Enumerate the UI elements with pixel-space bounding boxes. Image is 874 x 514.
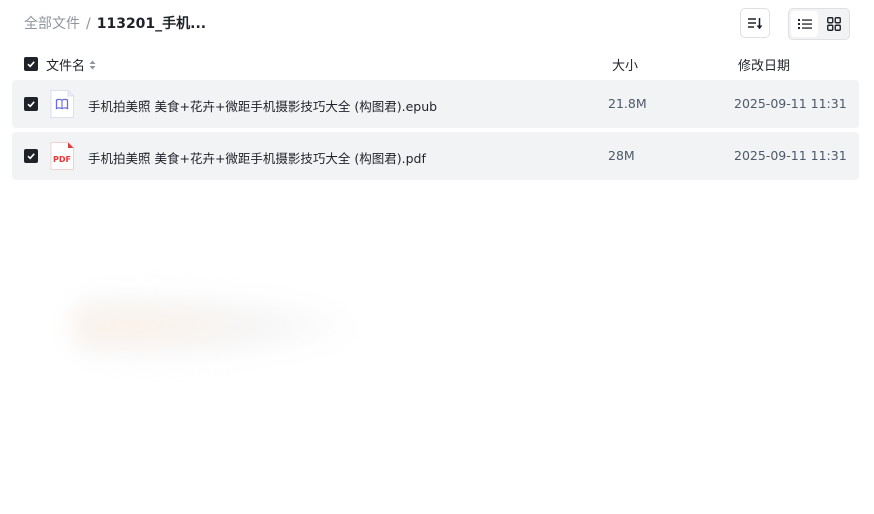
- table-header: 文件名 大小 修改日期: [0, 52, 874, 76]
- sort-lines-icon: [748, 18, 763, 30]
- table-row[interactable]: 手机拍美照 美食+花卉+微距手机摄影技巧大全 (构图君).epub 21.8M …: [12, 80, 859, 128]
- file-modified-date: 2025-09-11 11:31: [734, 96, 847, 111]
- file-size: 21.8M: [608, 96, 647, 111]
- check-icon: [27, 153, 35, 160]
- check-icon: [27, 61, 35, 68]
- row-checkbox[interactable]: [24, 97, 38, 111]
- check-icon: [27, 101, 35, 108]
- breadcrumb-root-link[interactable]: 全部文件: [24, 16, 80, 32]
- column-header-modified[interactable]: 修改日期: [738, 55, 790, 74]
- table-row[interactable]: PDF 手机拍美照 美食+花卉+微距手机摄影技巧大全 (构图君).pdf 28M…: [12, 132, 859, 180]
- column-header-name-label: 文件名: [46, 59, 86, 74]
- file-browser-page: 全部文件 / 113201_手机... 文件名 大小 修改日期 手机拍美照 美食+花…: [0, 0, 874, 514]
- file-size: 28M: [608, 148, 635, 163]
- file-name[interactable]: 手机拍美照 美食+花卉+微距手机摄影技巧大全 (构图君).pdf: [88, 148, 426, 167]
- pdf-file-icon: PDF: [50, 142, 74, 170]
- breadcrumb-separator: /: [86, 16, 91, 32]
- column-header-size[interactable]: 大小: [612, 55, 638, 74]
- row-checkbox[interactable]: [24, 149, 38, 163]
- epub-book-icon: [50, 90, 74, 118]
- select-all-checkbox[interactable]: [24, 57, 38, 71]
- file-modified-date: 2025-09-11 11:31: [734, 148, 847, 163]
- view-toggle: [788, 8, 850, 40]
- breadcrumb: 全部文件 / 113201_手机...: [24, 14, 206, 34]
- top-bar: 全部文件 / 113201_手机...: [0, 0, 874, 48]
- blurred-placeholder: [70, 290, 350, 362]
- grid-view-button[interactable]: [820, 11, 847, 37]
- pdf-icon-label: PDF: [53, 155, 71, 164]
- column-header-name[interactable]: 文件名: [46, 55, 96, 74]
- sort-button[interactable]: [740, 8, 770, 38]
- grid-view-icon: [826, 17, 841, 31]
- sort-caret-icon: [89, 60, 96, 70]
- breadcrumb-current-folder: 113201_手机...: [96, 16, 207, 32]
- list-view-icon: [797, 19, 812, 29]
- file-name[interactable]: 手机拍美照 美食+花卉+微距手机摄影技巧大全 (构图君).epub: [88, 96, 437, 115]
- list-view-button[interactable]: [791, 11, 818, 37]
